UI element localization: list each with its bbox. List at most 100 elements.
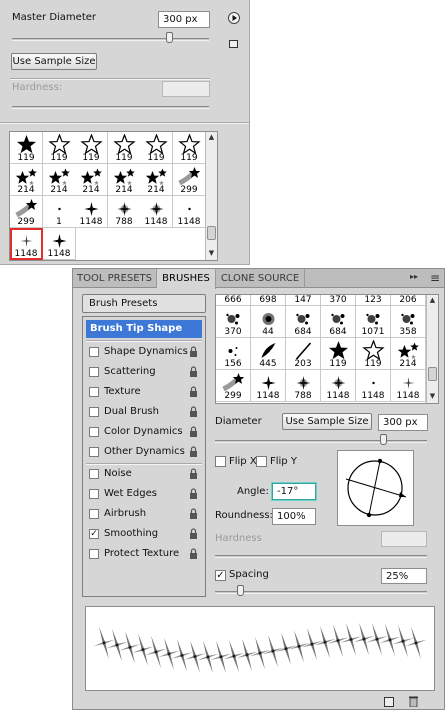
- lock-icon[interactable]: [188, 406, 199, 418]
- master-diameter-input[interactable]: 300 px: [158, 11, 210, 28]
- brush-preset-cell[interactable]: 123: [356, 295, 391, 306]
- option-airbrush[interactable]: Airbrush: [86, 505, 202, 523]
- lock-icon[interactable]: [188, 426, 199, 438]
- brush-preset-cell[interactable]: 370: [216, 306, 251, 338]
- option-checkbox[interactable]: [89, 549, 99, 559]
- hardness-slider[interactable]: [12, 106, 209, 109]
- option-scattering[interactable]: Scattering: [86, 363, 202, 381]
- brush-preset-cell[interactable]: 119: [321, 338, 356, 370]
- brush-preset-cell[interactable]: 1071: [356, 306, 391, 338]
- brush-preset-cell[interactable]: 119: [10, 132, 43, 164]
- brush-preset-cell[interactable]: 788: [286, 370, 321, 402]
- lock-icon[interactable]: [188, 346, 199, 358]
- brush-preset-cell[interactable]: 206: [391, 295, 426, 306]
- option-brush-tip-shape[interactable]: Brush Tip Shape: [86, 320, 202, 338]
- trash-icon[interactable]: [409, 696, 418, 708]
- lock-icon[interactable]: [188, 446, 199, 458]
- hardness-input[interactable]: [381, 531, 427, 547]
- option-checkbox[interactable]: [89, 347, 99, 357]
- brush-preset-cell[interactable]: 1148: [391, 370, 426, 402]
- brush-preset-cell[interactable]: 214: [391, 338, 426, 370]
- master-diameter-slider[interactable]: [12, 38, 209, 41]
- brush-preset-cell[interactable]: 214: [108, 164, 141, 196]
- spacing-checkbox[interactable]: ✓: [215, 570, 226, 581]
- option-color-dynamics[interactable]: Color Dynamics: [86, 423, 202, 441]
- option-smoothing[interactable]: ✓ Smoothing: [86, 525, 202, 543]
- scrollbar-thumb[interactable]: [207, 226, 216, 240]
- lock-icon[interactable]: [188, 468, 199, 480]
- lock-icon[interactable]: [188, 528, 199, 540]
- hardness-input[interactable]: [162, 81, 210, 97]
- brush-preset-cell[interactable]: 788: [108, 196, 141, 228]
- tip-grid-scrollbar[interactable]: ▲ ▼: [426, 295, 438, 403]
- scroll-down-arrow-icon[interactable]: ▼: [427, 391, 438, 401]
- option-wet-edges[interactable]: Wet Edges: [86, 485, 202, 503]
- use-sample-size-button[interactable]: Use Sample Size: [11, 53, 97, 70]
- scrollbar-thumb[interactable]: [428, 367, 437, 381]
- brush-preset-cell[interactable]: 1: [43, 196, 76, 228]
- lock-icon[interactable]: [188, 386, 199, 398]
- spacing-slider[interactable]: [215, 591, 427, 594]
- brush-preset-cell[interactable]: 119: [108, 132, 141, 164]
- brush-preset-cell[interactable]: 299: [216, 370, 251, 402]
- scroll-down-arrow-icon[interactable]: ▼: [206, 248, 217, 258]
- brush-preset-cell[interactable]: 684: [321, 306, 356, 338]
- option-protect-texture[interactable]: Protect Texture: [86, 545, 202, 563]
- option-checkbox[interactable]: ✓: [89, 529, 99, 539]
- option-checkbox[interactable]: [89, 387, 99, 397]
- angle-input[interactable]: -17°: [272, 483, 316, 500]
- brush-preset-cell[interactable]: 44: [251, 306, 286, 338]
- brush-preset-cell[interactable]: 214: [75, 164, 108, 196]
- option-checkbox[interactable]: [89, 489, 99, 499]
- new-preset-icon[interactable]: [229, 40, 238, 48]
- brush-preset-cell[interactable]: 214: [43, 164, 76, 196]
- brush-preset-cell[interactable]: 358: [391, 306, 426, 338]
- diameter-input[interactable]: 300 px: [378, 414, 428, 431]
- option-checkbox[interactable]: [89, 407, 99, 417]
- brush-preset-cell[interactable]: 370: [321, 295, 356, 306]
- spacing-slider-thumb[interactable]: [237, 585, 244, 596]
- option-shape-dynamics[interactable]: Shape Dynamics: [86, 343, 202, 361]
- brush-preset-cell[interactable]: 666: [216, 295, 251, 306]
- use-sample-size-button[interactable]: Use Sample Size: [282, 413, 372, 430]
- preset-grid-scrollbar[interactable]: ▲ ▼: [205, 132, 217, 260]
- brush-preset-cell[interactable]: 119: [75, 132, 108, 164]
- collapse-arrows-icon[interactable]: ▸▸: [410, 272, 418, 281]
- option-texture[interactable]: Texture: [86, 383, 202, 401]
- hardness-slider[interactable]: [215, 555, 427, 558]
- brush-preset-cell[interactable]: 684: [286, 306, 321, 338]
- brush-presets-button[interactable]: Brush Presets: [82, 294, 206, 313]
- brush-preset-cell[interactable]: 156: [216, 338, 251, 370]
- master-diameter-slider-thumb[interactable]: [166, 32, 173, 43]
- flip-x-checkbox[interactable]: [215, 456, 226, 467]
- brush-preset-cell[interactable]: 1148: [173, 196, 206, 228]
- brush-preset-cell[interactable]: 445: [251, 338, 286, 370]
- option-other-dynamics[interactable]: Other Dynamics: [86, 443, 202, 461]
- diameter-slider-thumb[interactable]: [380, 434, 387, 445]
- brush-preset-cell[interactable]: 1148: [75, 196, 108, 228]
- option-checkbox[interactable]: [89, 427, 99, 437]
- brush-preset-cell[interactable]: 299: [10, 196, 43, 228]
- brush-preset-cell[interactable]: 1148: [321, 370, 356, 402]
- brush-preset-cell[interactable]: 1148: [140, 196, 173, 228]
- brush-preset-cell[interactable]: 214: [140, 164, 173, 196]
- option-dual-brush[interactable]: Dual Brush: [86, 403, 202, 421]
- brush-preset-cell[interactable]: 698: [251, 295, 286, 306]
- scroll-up-arrow-icon[interactable]: ▲: [206, 132, 217, 142]
- tab-clone-source[interactable]: CLONE SOURCE: [216, 269, 305, 288]
- brush-preset-cell[interactable]: 214: [10, 164, 43, 196]
- brush-preset-cell[interactable]: 119: [173, 132, 206, 164]
- angle-roundness-widget[interactable]: [337, 450, 414, 526]
- brush-preset-cell[interactable]: 119: [356, 338, 391, 370]
- brush-preset-cell[interactable]: 1148: [43, 228, 76, 260]
- brush-preset-cell[interactable]: 1148: [251, 370, 286, 402]
- brush-preset-cell[interactable]: 1148: [10, 228, 43, 260]
- tab-tool-presets[interactable]: TOOL PRESETS: [73, 269, 157, 288]
- option-checkbox[interactable]: [89, 469, 99, 479]
- option-checkbox[interactable]: [89, 367, 99, 377]
- picker-menu-button[interactable]: [228, 12, 240, 24]
- panel-menu-icon[interactable]: ≡: [430, 271, 440, 285]
- lock-icon[interactable]: [188, 548, 199, 560]
- lock-icon[interactable]: [188, 508, 199, 520]
- brush-preset-cell[interactable]: 203: [286, 338, 321, 370]
